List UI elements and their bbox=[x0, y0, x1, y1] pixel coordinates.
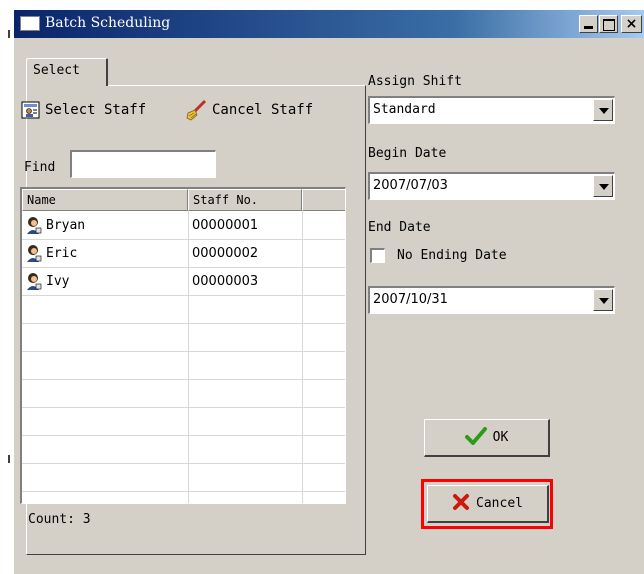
table-row[interactable]: Ivy 00000003 bbox=[22, 268, 302, 296]
begin-date-picker[interactable]: 2007/07/03 bbox=[368, 172, 615, 200]
chevron-down-icon[interactable] bbox=[593, 175, 613, 197]
find-input[interactable] bbox=[70, 150, 216, 178]
staff-name: Ivy bbox=[46, 273, 70, 289]
staff-name: Bryan bbox=[46, 217, 86, 233]
person-icon bbox=[26, 216, 42, 234]
end-date-value: 2007/10/31 bbox=[373, 292, 448, 307]
no-ending-date-checkbox[interactable] bbox=[370, 248, 385, 263]
assign-shift-value: Standard bbox=[373, 102, 436, 117]
begin-date-label: Begin Date bbox=[368, 146, 447, 161]
close-button[interactable]: × bbox=[621, 15, 642, 33]
edge-mark bbox=[8, 30, 10, 38]
list-header: Name Staff No. bbox=[22, 189, 345, 211]
grid-line bbox=[22, 379, 345, 380]
ok-button[interactable]: OK bbox=[424, 419, 550, 457]
select-staff-label: Select Staff bbox=[45, 102, 147, 118]
column-header-name[interactable]: Name bbox=[22, 189, 188, 211]
ok-label: OK bbox=[492, 430, 509, 445]
window-title: Batch Scheduling bbox=[45, 15, 171, 31]
end-date-label: End Date bbox=[368, 220, 431, 235]
column-header-blank[interactable] bbox=[302, 189, 345, 211]
begin-date-value: 2007/07/03 bbox=[373, 178, 448, 193]
cancel-staff-label: Cancel Staff bbox=[212, 102, 314, 118]
find-label: Find bbox=[24, 160, 56, 175]
minimize-button[interactable] bbox=[579, 15, 598, 33]
table-row[interactable]: Eric 00000002 bbox=[22, 240, 302, 268]
staff-card-icon bbox=[20, 99, 42, 121]
assign-shift-select[interactable]: Standard bbox=[368, 96, 615, 124]
cancel-label: Cancel bbox=[476, 496, 523, 511]
person-icon bbox=[26, 244, 42, 262]
staff-list[interactable]: Name Staff No. Bryan 00000001 Eric 00000… bbox=[20, 187, 346, 504]
maximize-button[interactable] bbox=[599, 15, 618, 33]
chevron-down-icon[interactable] bbox=[593, 289, 613, 311]
edge-mark bbox=[8, 455, 10, 463]
tab-select[interactable]: Select bbox=[26, 58, 108, 86]
table-row[interactable]: Bryan 00000001 bbox=[22, 212, 302, 240]
grid-line bbox=[22, 323, 345, 324]
staff-number: 00000002 bbox=[192, 246, 259, 261]
cancel-button[interactable]: Cancel bbox=[427, 485, 549, 523]
column-header-staff-no[interactable]: Staff No. bbox=[188, 189, 302, 211]
staff-number: 00000003 bbox=[192, 274, 259, 289]
select-staff-button[interactable]: Select Staff bbox=[20, 97, 146, 123]
broom-icon bbox=[185, 99, 209, 121]
grid-line bbox=[302, 211, 303, 503]
cancel-staff-button[interactable]: Cancel Staff bbox=[185, 97, 313, 123]
grid-line bbox=[22, 491, 345, 492]
end-date-picker[interactable]: 2007/10/31 bbox=[368, 286, 615, 314]
count-label: Count: 3 bbox=[28, 512, 91, 527]
tab-select-label: Select bbox=[33, 63, 80, 78]
window-icon bbox=[20, 16, 40, 31]
x-icon bbox=[452, 493, 470, 515]
person-icon bbox=[26, 272, 42, 290]
staff-name: Eric bbox=[46, 245, 78, 261]
title-bar[interactable]: Batch Scheduling × bbox=[14, 10, 644, 38]
grid-line bbox=[22, 435, 345, 436]
grid-line bbox=[22, 463, 345, 464]
close-icon: × bbox=[625, 16, 638, 32]
grid-line bbox=[22, 351, 345, 352]
chevron-down-icon[interactable] bbox=[593, 99, 613, 121]
staff-number: 00000001 bbox=[192, 218, 259, 233]
grid-line bbox=[22, 407, 345, 408]
assign-shift-label: Assign Shift bbox=[368, 74, 462, 89]
no-ending-date-label[interactable]: No Ending Date bbox=[397, 248, 507, 263]
checkmark-icon bbox=[464, 426, 487, 449]
